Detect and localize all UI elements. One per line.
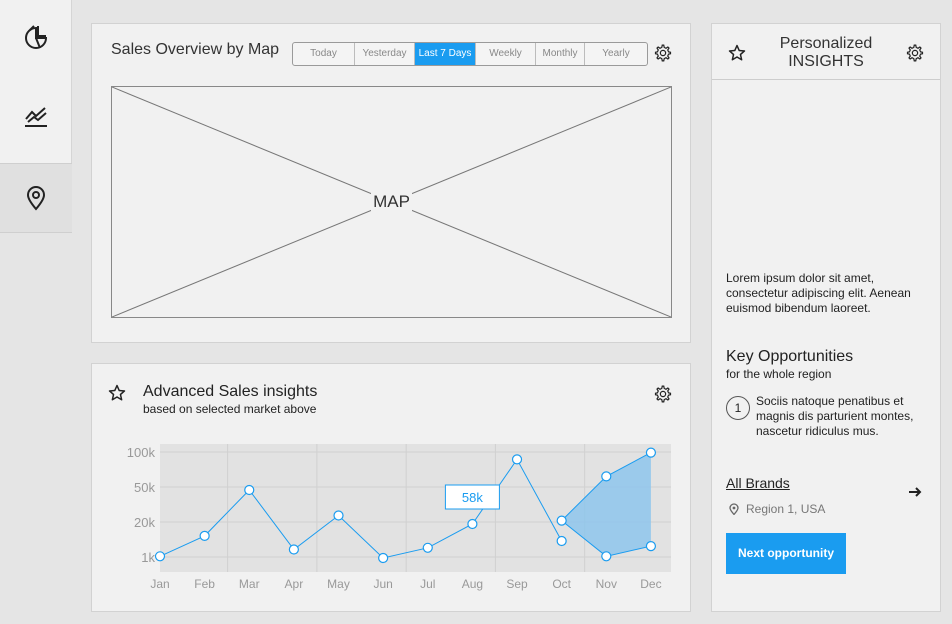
map-placeholder[interactable]: MAP <box>111 86 672 318</box>
data-point <box>467 518 478 530</box>
map-panel: Sales Overview by Map Today Yesterday La… <box>91 23 691 343</box>
opportunity-text: Sociis natoque penatibus et magnis dis p… <box>756 394 914 438</box>
x-tick-label: Apr <box>285 577 304 591</box>
range-last-7-days[interactable]: Last 7 Days <box>415 43 476 65</box>
data-point <box>511 454 523 465</box>
side-nav <box>0 0 72 624</box>
value-tooltip-label: 58k <box>462 490 483 505</box>
settings-gear-icon[interactable] <box>906 44 924 62</box>
opportunity-number-badge: 1 <box>726 396 750 420</box>
range-today[interactable]: Today <box>293 43 355 65</box>
insights-header: Personalized INSIGHTS <box>712 24 940 80</box>
line-chart-icon <box>25 107 47 127</box>
settings-gear-icon[interactable] <box>654 44 672 62</box>
region-label: Region 1, USA <box>746 502 826 516</box>
y-tick-label: 1k <box>141 550 155 565</box>
pie-chart-icon <box>25 25 48 49</box>
data-point <box>154 551 166 562</box>
data-point <box>199 530 210 541</box>
personalized-insights-panel: Personalized INSIGHTS Lorem ipsum dolor … <box>711 23 941 612</box>
data-point <box>378 552 389 564</box>
range-yearly[interactable]: Yearly <box>585 43 647 65</box>
range-yesterday[interactable]: Yesterday <box>355 43 415 65</box>
star-icon[interactable] <box>728 44 746 62</box>
y-tick-label: 100k <box>127 445 156 460</box>
x-tick-label: Aug <box>462 577 483 591</box>
band-point <box>645 447 657 458</box>
key-opportunities-subtitle: for the whole region <box>726 367 832 381</box>
range-weekly[interactable]: Weekly <box>476 43 536 65</box>
x-tick-label: Mar <box>239 577 260 591</box>
y-tick-label: 50k <box>134 480 155 495</box>
x-tick-label: Dec <box>640 577 661 591</box>
all-brands-link[interactable]: All Brands <box>726 475 790 491</box>
date-range-selector: Today Yesterday Last 7 Days Weekly Month… <box>292 42 648 66</box>
sales-line-chart: 100k 50k 20k 1k Jan Feb Mar Apr May Jun Jul Aug Sep O… <box>127 444 671 591</box>
data-point <box>288 544 299 555</box>
range-monthly[interactable]: Monthly <box>536 43 585 65</box>
location-pin-icon <box>729 503 739 515</box>
band-point <box>601 551 612 562</box>
map-panel-title: Sales Overview by Map <box>111 41 280 58</box>
band-point <box>645 541 657 552</box>
data-point <box>422 542 433 553</box>
insights-description: Lorem ipsum dolor sit amet, consectetur … <box>726 271 911 315</box>
nav-item-map[interactable] <box>0 163 72 233</box>
nav-item-analytics[interactable] <box>0 94 72 138</box>
band-point <box>556 515 567 526</box>
arrow-right-icon[interactable] <box>908 486 922 498</box>
data-point <box>556 535 567 547</box>
y-tick-label: 20k <box>134 515 155 530</box>
x-tick-label: Nov <box>596 577 617 591</box>
x-tick-label: May <box>327 577 350 591</box>
nav-item-overview[interactable] <box>0 16 72 60</box>
x-tick-label: Sep <box>506 577 528 591</box>
data-point <box>333 510 344 521</box>
sales-insights-panel: Advanced Sales insights based on selecte… <box>91 363 691 612</box>
x-tick-label: Jan <box>150 577 169 591</box>
data-point <box>244 484 255 496</box>
x-tick-label: Jul <box>420 577 435 591</box>
key-opportunities-title: Key Opportunities <box>726 348 854 365</box>
x-tick-label: Oct <box>552 577 571 591</box>
map-label: MAP <box>371 192 412 211</box>
next-opportunity-button[interactable]: Next opportunity <box>726 533 846 574</box>
map-pin-icon <box>26 186 46 211</box>
x-tick-label: Feb <box>194 577 215 591</box>
band-point <box>601 471 612 482</box>
x-tick-label: Jun <box>373 577 392 591</box>
personalized-insights-title: Personalized INSIGHTS <box>779 35 873 70</box>
